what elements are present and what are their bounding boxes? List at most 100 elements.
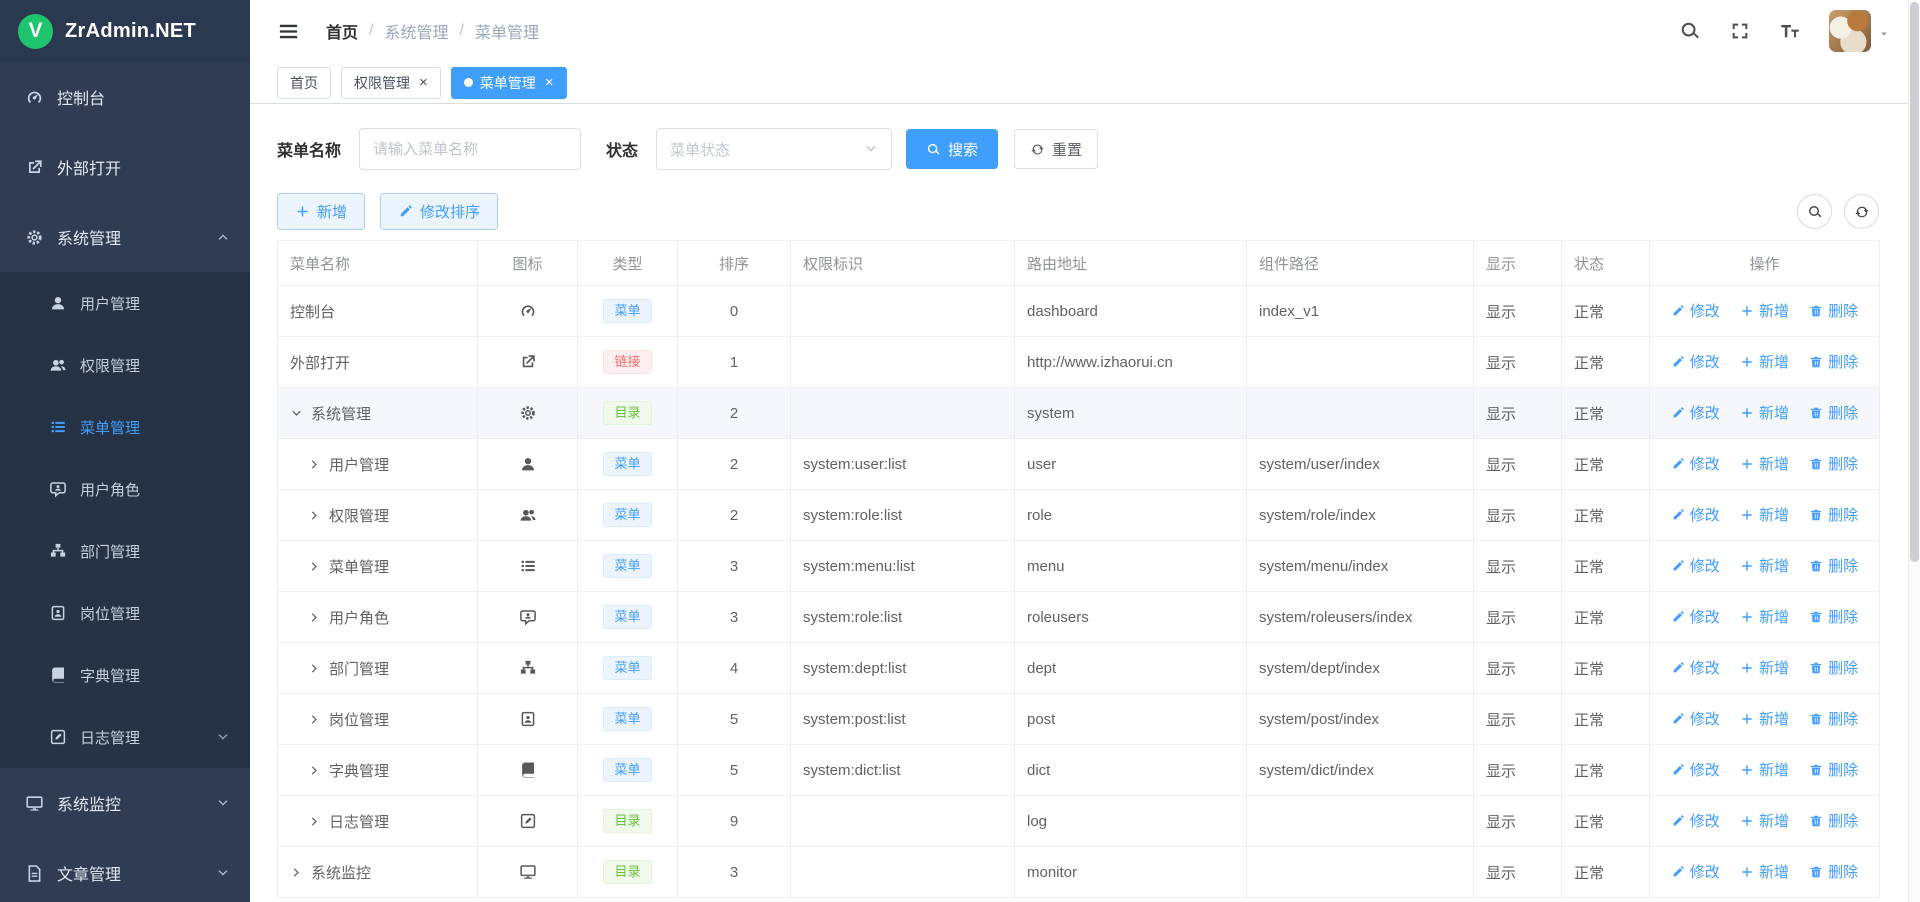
sidebar-item-monitor[interactable]: 系统监控 [0,768,250,838]
delete-button[interactable]: 删除 [1809,657,1858,678]
sidebar-item-articles[interactable]: 文章管理 [0,838,250,902]
edit-button[interactable]: 修改 [1671,657,1720,678]
add-child-button[interactable]: 新增 [1740,861,1789,882]
tree-toggle-icon[interactable] [308,509,321,522]
delete-button[interactable]: 删除 [1809,861,1858,882]
font-size-icon[interactable] [1779,20,1801,42]
tree-toggle-icon[interactable] [290,407,303,420]
menu-name-input[interactable] [359,128,581,170]
tab-home[interactable]: 首页 [277,67,331,99]
edit-button[interactable]: 修改 [1671,555,1720,576]
tree-toggle-icon[interactable] [290,866,303,879]
delete-button[interactable]: 删除 [1809,759,1858,780]
delete-button[interactable]: 删除 [1809,504,1858,525]
edit-button[interactable]: 修改 [1671,759,1720,780]
edit-sort-button[interactable]: 修改排序 [380,193,498,230]
delete-button[interactable]: 删除 [1809,300,1858,321]
close-icon[interactable]: × [419,75,428,90]
delete-button[interactable]: 删除 [1809,810,1858,831]
sidebar-item-menus[interactable]: 菜单管理 [0,396,250,458]
refresh-table-button[interactable] [1844,194,1879,229]
sidebar-item-logs[interactable]: 日志管理 [0,706,250,768]
route-cell: dashboard [1015,286,1247,337]
status-cell: 正常 [1562,745,1650,796]
edit-button[interactable]: 修改 [1671,606,1720,627]
sidebar-item-label: 控制台 [57,85,105,109]
edit-button[interactable]: 修改 [1671,300,1720,321]
component-cell: system/role/index [1247,490,1474,541]
tree-toggle-icon[interactable] [308,662,321,675]
search-icon[interactable] [1679,20,1701,42]
sidebar-item-permissions[interactable]: 权限管理 [0,334,250,396]
delete-button[interactable]: 删除 [1809,555,1858,576]
delete-button[interactable]: 删除 [1809,351,1858,372]
delete-icon [1809,763,1823,777]
scrollbar-thumb[interactable] [1910,2,1919,562]
tree-toggle-icon[interactable] [308,815,321,828]
sidebar-item-posts[interactable]: 岗位管理 [0,582,250,644]
delete-button[interactable]: 删除 [1809,453,1858,474]
add-child-button[interactable]: 新增 [1740,402,1789,423]
reset-button[interactable]: 重置 [1014,129,1098,169]
edit-button[interactable]: 修改 [1671,861,1720,882]
add-button[interactable]: 新增 [277,193,365,230]
tab-menu-management[interactable]: 菜单管理 × [451,67,567,99]
menu-name-cell: 权限管理 [278,490,478,541]
search-button[interactable]: 搜索 [906,129,998,169]
add-child-button[interactable]: 新增 [1740,708,1789,729]
component-cell: system/menu/index [1247,541,1474,592]
actions-cell: 修改 新增 删除 [1650,388,1880,439]
sidebar-item-departments[interactable]: 部门管理 [0,520,250,582]
sidebar-item-dashboard[interactable]: 控制台 [0,62,250,132]
edit-button[interactable]: 修改 [1671,708,1720,729]
page-scrollbar[interactable] [1908,0,1920,902]
add-label: 新增 [1759,300,1789,321]
tree-toggle-icon[interactable] [308,713,321,726]
add-child-button[interactable]: 新增 [1740,606,1789,627]
type-tag: 菜单 [603,554,651,579]
visible-cell: 显示 [1474,388,1562,439]
sidebar-item-user-roles[interactable]: 用户角色 [0,458,250,520]
edit-icon [1671,865,1685,879]
tree-toggle-icon[interactable] [308,560,321,573]
avatar[interactable] [1829,10,1871,52]
delete-button[interactable]: 删除 [1809,402,1858,423]
sidebar-item-dictionary[interactable]: 字典管理 [0,644,250,706]
delete-button[interactable]: 删除 [1809,708,1858,729]
add-child-button[interactable]: 新增 [1740,504,1789,525]
tree-toggle-icon[interactable] [308,611,321,624]
add-child-button[interactable]: 新增 [1740,657,1789,678]
status-select[interactable]: 菜单状态 [656,128,892,170]
reset-button-label: 重置 [1052,139,1082,160]
sort-cell: 3 [678,541,791,592]
sidebar-item-users[interactable]: 用户管理 [0,272,250,334]
delete-button[interactable]: 删除 [1809,606,1858,627]
edit-button[interactable]: 修改 [1671,402,1720,423]
edit-button[interactable]: 修改 [1671,810,1720,831]
tab-permission-management[interactable]: 权限管理 × [341,67,441,99]
edit-button[interactable]: 修改 [1671,504,1720,525]
close-icon[interactable]: × [545,75,554,90]
hamburger-icon[interactable] [277,20,300,43]
add-child-button[interactable]: 新增 [1740,759,1789,780]
sidebar-item-external[interactable]: 外部打开 [0,132,250,202]
add-child-button[interactable]: 新增 [1740,555,1789,576]
edit-button[interactable]: 修改 [1671,351,1720,372]
add-child-button[interactable]: 新增 [1740,810,1789,831]
fullscreen-icon[interactable] [1729,20,1751,42]
edit-button[interactable]: 修改 [1671,453,1720,474]
add-child-button[interactable]: 新增 [1740,300,1789,321]
sidebar-item-system[interactable]: 系统管理 [0,202,250,272]
sidebar-submenu-system: 用户管理 权限管理 菜单管理 用户角色 部门管理 [0,272,250,768]
tree-toggle-icon[interactable] [308,458,321,471]
caret-down-icon[interactable] [1878,28,1890,40]
table-row: 用户角色 菜单 3 system:role:list roleusers sys… [278,592,1880,643]
plus-icon [1740,610,1754,624]
breadcrumb-home[interactable]: 首页 [326,19,358,43]
tree-toggle-icon[interactable] [308,764,321,777]
menu-name-value: 用户角色 [329,607,389,628]
breadcrumb-system[interactable]: 系统管理 [384,19,448,43]
toggle-search-button[interactable] [1797,194,1832,229]
add-child-button[interactable]: 新增 [1740,453,1789,474]
add-child-button[interactable]: 新增 [1740,351,1789,372]
